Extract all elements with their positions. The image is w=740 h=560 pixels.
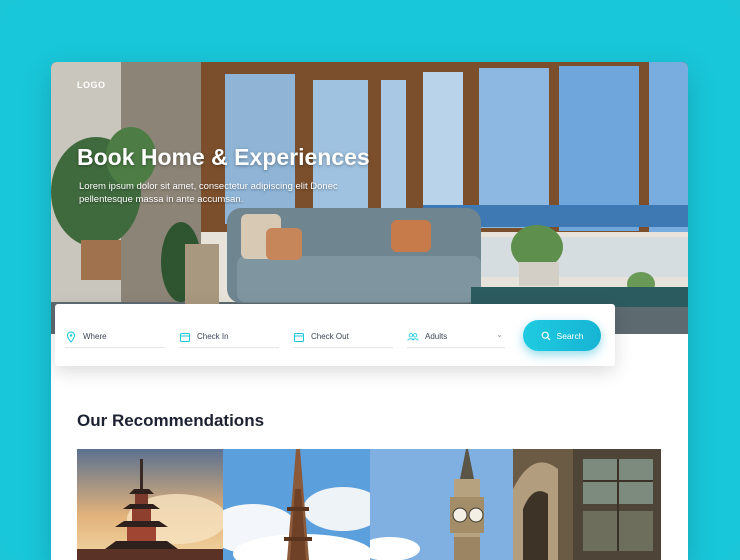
recommendation-cards	[77, 449, 661, 560]
card-eiffel-tower[interactable]	[223, 449, 370, 560]
check-in-field[interactable]: Check In	[179, 326, 279, 348]
booking-search-bar: Where Check In Check Out Adults ⌄ Search	[55, 304, 615, 366]
search-button-label: Search	[556, 330, 584, 341]
calendar-icon	[294, 332, 304, 342]
check-out-label: Check Out	[311, 332, 349, 341]
background-frame: LOGO Book Home & Experiences Lorem ipsum…	[0, 0, 740, 560]
check-in-label: Check In	[197, 332, 229, 341]
card-big-ben[interactable]	[370, 449, 513, 560]
chevron-down-icon: ⌄	[496, 330, 503, 339]
search-icon	[541, 331, 550, 340]
calendar-icon	[180, 332, 190, 342]
hero-title: Book Home & Experiences	[77, 144, 370, 170]
adults-select[interactable]: Adults ⌄	[407, 326, 505, 348]
card-pagoda[interactable]	[77, 449, 223, 560]
check-out-field[interactable]: Check Out	[293, 326, 393, 348]
location-pin-icon	[66, 330, 76, 343]
pagoda-image	[77, 449, 223, 560]
logo[interactable]: LOGO	[77, 80, 106, 90]
hero-subtitle: Lorem ipsum dolor sit amet, consectetur …	[79, 181, 338, 205]
eiffel-tower-image	[223, 449, 370, 560]
website-window: LOGO Book Home & Experiences Lorem ipsum…	[51, 62, 688, 560]
cathedral-interior-image	[513, 449, 661, 560]
where-field[interactable]: Where	[65, 326, 165, 348]
search-button[interactable]: Search	[523, 320, 601, 351]
card-cathedral[interactable]	[513, 449, 661, 560]
hero-banner: LOGO Book Home & Experiences Lorem ipsum…	[51, 62, 688, 334]
adults-label: Adults	[425, 332, 448, 341]
people-icon	[407, 332, 419, 341]
where-label: Where	[83, 332, 107, 341]
big-ben-image	[370, 449, 513, 560]
recommendations-title: Our Recommendations	[77, 411, 265, 430]
